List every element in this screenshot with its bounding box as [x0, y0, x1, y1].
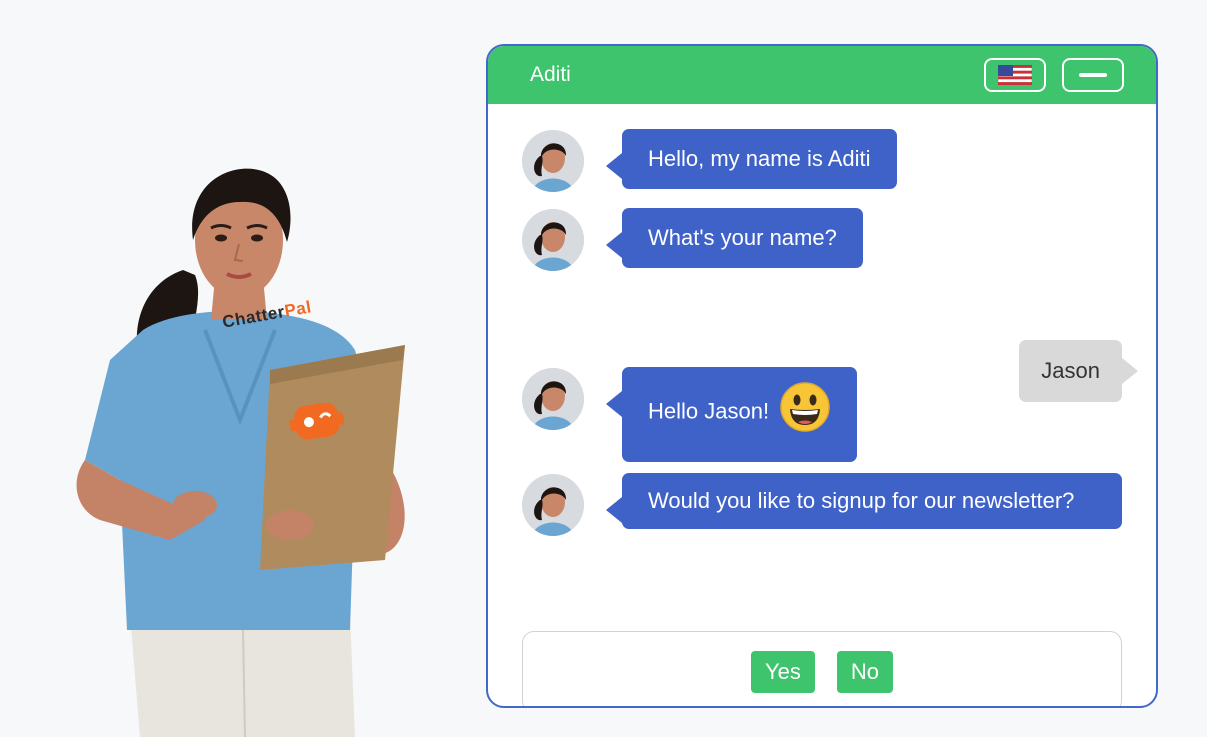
- chat-header: Aditi: [488, 46, 1156, 104]
- bot-avatar: [522, 209, 584, 271]
- user-message-bubble: Jason: [1019, 340, 1138, 402]
- us-flag-icon: [998, 65, 1032, 85]
- quick-reply-panel: Yes No: [522, 631, 1122, 706]
- minimize-icon: [1079, 73, 1107, 77]
- bot-message: Hello Jason!: [522, 367, 858, 462]
- message-text: Hello, my name is Aditi: [648, 146, 871, 171]
- bot-message: Hello, my name is Aditi: [522, 129, 897, 192]
- bot-avatar: [522, 474, 584, 536]
- message-text: What's your name?: [648, 225, 837, 250]
- chat-title: Aditi: [530, 63, 571, 86]
- bot-message-bubble: Hello Jason!: [605, 367, 858, 462]
- no-button[interactable]: No: [836, 651, 893, 693]
- message-text: Hello Jason!: [648, 398, 770, 424]
- yes-button[interactable]: Yes: [750, 651, 815, 693]
- bot-message-bubble: Hello, my name is Aditi: [606, 129, 897, 189]
- header-buttons: [984, 58, 1124, 92]
- avatar-illustration: [55, 160, 475, 737]
- minimize-button[interactable]: [1062, 58, 1124, 92]
- chat-messages: Hello, my name is Aditi What's your name…: [488, 104, 1156, 706]
- message-text: Would you like to signup for our newslet…: [648, 488, 1075, 513]
- message-text: Jason: [1041, 358, 1100, 383]
- bot-message-bubble: What's your name?: [606, 208, 863, 268]
- bot-message: Would you like to signup for our newslet…: [522, 473, 1122, 536]
- bot-message: What's your name?: [522, 208, 863, 271]
- brand-name-part2: Pal: [283, 297, 313, 321]
- bot-avatar: [522, 130, 584, 192]
- bot-message-bubble: Would you like to signup for our newslet…: [606, 473, 1122, 529]
- language-button[interactable]: [984, 58, 1046, 92]
- bot-avatar: [522, 368, 584, 430]
- grinning-face-emoji-icon: [779, 381, 831, 438]
- chat-widget: Aditi Hello, my name is Aditi What's you…: [486, 44, 1158, 708]
